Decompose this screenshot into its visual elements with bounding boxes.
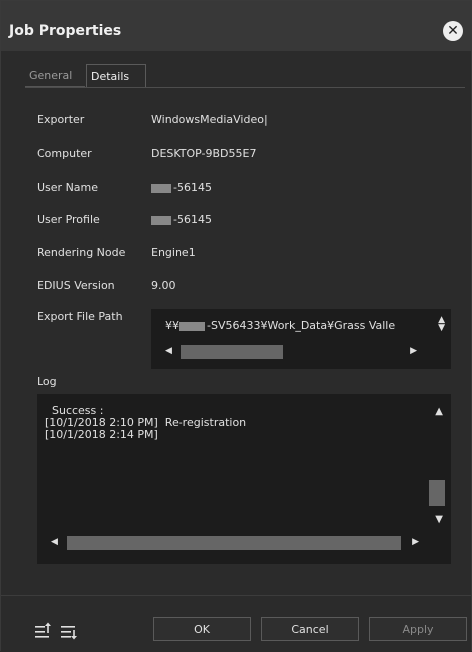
tab-general[interactable]: General — [25, 64, 85, 87]
user-name-value: -56145 — [151, 181, 212, 194]
redacted-block — [151, 215, 171, 225]
exporter-value-text: WindowsMediaVideo — [151, 113, 264, 126]
scroll-down-icon[interactable]: ▼ — [438, 323, 445, 333]
export-file-path-field[interactable]: ¥¥ -SV56433¥Work_Data¥Grass Valle ▲ ▼ ◀ ▶ — [151, 309, 451, 369]
scroll-left-icon[interactable]: ◀ — [165, 346, 172, 356]
log-line: [10/1/2018 2:14 PM] — [45, 428, 158, 441]
computer-value: DESKTOP-9BD55E7 — [151, 147, 257, 160]
log-horizontal-scrollbar[interactable]: ◀ ▶ — [47, 536, 423, 550]
log-textbox[interactable]: Success : [10/1/2018 2:10 PM] Re-registr… — [37, 394, 451, 564]
log-scroll-down-icon[interactable]: ▼ — [435, 514, 443, 525]
path-suffix: -SV56433¥Work_Data¥Grass Valle — [207, 319, 396, 332]
apply-button[interactable]: Apply — [369, 617, 467, 641]
title-bar: Job Properties ✕ — [1, 1, 471, 51]
user-name-text: -56145 — [173, 181, 212, 194]
user-profile-value: -56145 — [151, 213, 212, 226]
computer-label: Computer — [37, 147, 92, 160]
path-horizontal-scrollbar[interactable]: ◀ ▶ — [161, 345, 421, 359]
ok-button[interactable]: OK — [153, 617, 251, 641]
exporter-label: Exporter — [37, 113, 85, 126]
log-scroll-up-icon[interactable]: ▲ — [435, 406, 443, 417]
export-file-path-label: Export File Path — [37, 310, 123, 323]
edius-version-value: 9.00 — [151, 279, 176, 292]
user-profile-label: User Profile — [37, 213, 100, 226]
scroll-right-icon[interactable]: ▶ — [410, 346, 417, 356]
exporter-value[interactable]: WindowsMediaVideo| — [151, 113, 268, 126]
path-scroll-thumb[interactable] — [181, 345, 283, 359]
footer-divider — [1, 595, 471, 596]
window-title: Job Properties — [9, 23, 122, 39]
user-name-label: User Name — [37, 181, 99, 194]
close-icon[interactable]: ✕ — [443, 21, 463, 41]
cancel-button[interactable]: Cancel — [261, 617, 359, 641]
rendering-node-label: Rendering Node — [37, 246, 126, 259]
job-properties-window: Job Properties ✕ General Details Exporte… — [0, 0, 472, 652]
tab-details[interactable]: Details — [86, 64, 146, 87]
log-vertical-scroll-thumb[interactable] — [429, 480, 445, 506]
log-scroll-right-icon[interactable]: ▶ — [412, 537, 419, 547]
tab-divider — [25, 87, 465, 88]
list-move-up-icon[interactable] — [33, 621, 53, 641]
log-label: Log — [37, 375, 57, 388]
list-move-down-icon[interactable] — [59, 621, 79, 641]
rendering-node-value: Engine1 — [151, 246, 196, 259]
log-scroll-thumb[interactable] — [67, 536, 401, 550]
edius-version-label: EDIUS Version — [37, 279, 115, 292]
log-scroll-left-icon[interactable]: ◀ — [51, 537, 58, 547]
path-prefix: ¥¥ — [165, 319, 179, 332]
redacted-block — [179, 321, 205, 331]
redacted-block — [151, 183, 171, 193]
export-file-path-text: ¥¥ -SV56433¥Work_Data¥Grass Valle — [165, 319, 395, 332]
user-profile-text: -56145 — [173, 213, 212, 226]
